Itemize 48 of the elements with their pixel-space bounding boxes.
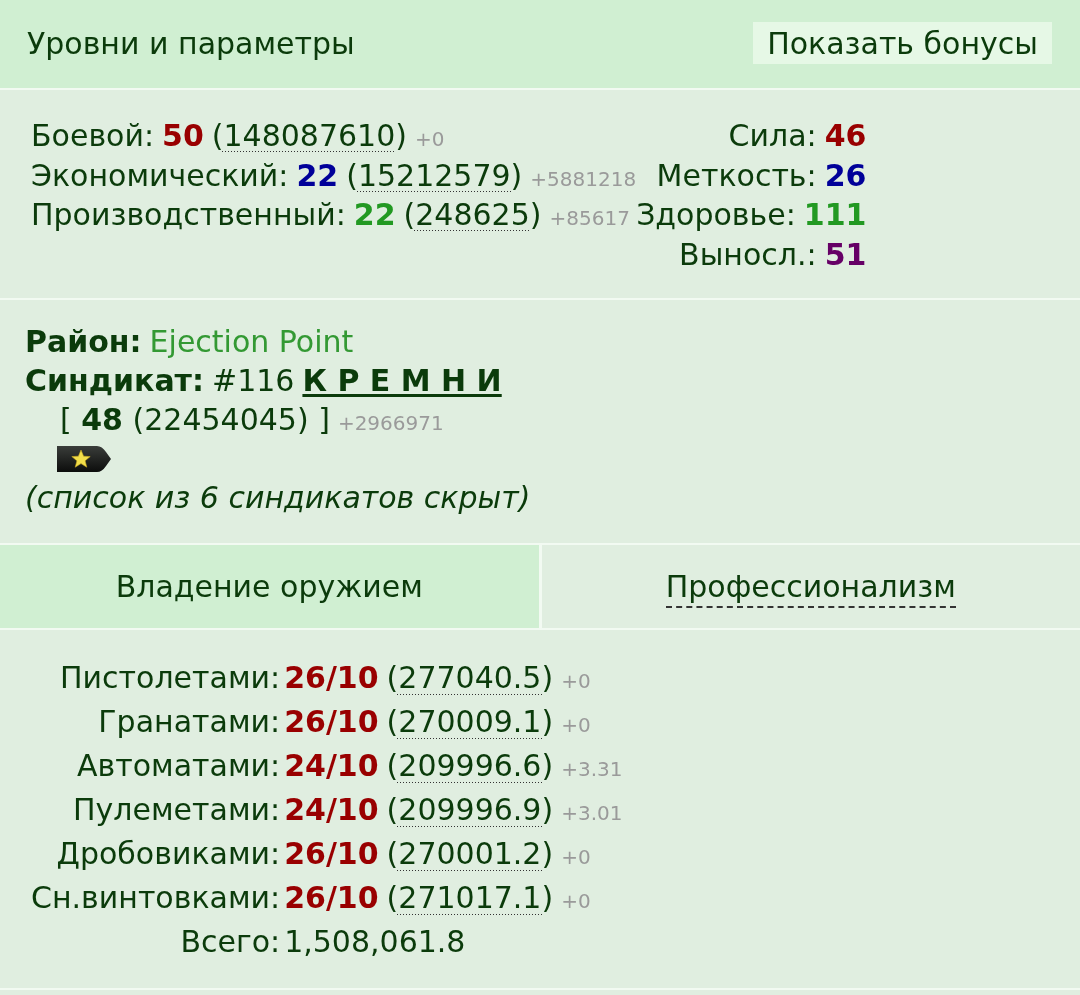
weapon-label: Сн.винтовками: [31, 879, 281, 917]
weapon-label: Пистолетами: [59, 659, 281, 697]
weapon-label: Дробовиками: [55, 835, 281, 873]
weapon-level: 24/10 [284, 791, 379, 829]
total-value: 1,508,061.8 [284, 923, 466, 961]
attribute-label: Здоровье: [636, 196, 796, 234]
level-label: Боевой: [31, 117, 155, 155]
syndicate-label: Синдикат: [25, 362, 204, 400]
experience-gain: +0 [561, 844, 591, 871]
syndicate-rank: [ 48 (22454045) ] [60, 401, 330, 439]
syndicate-gain: +2966971 [337, 410, 444, 437]
weapon-label: Гранатами: [97, 703, 281, 741]
weapon-level: 26/10 [284, 835, 379, 873]
show-bonuses-button[interactable]: Показать бонусы [753, 22, 1052, 64]
experience-gain: +0 [415, 126, 445, 153]
experience-gain: +3.31 [561, 756, 623, 783]
syndicate-number: #116 [212, 362, 295, 400]
attribute-value: 46 [824, 117, 867, 155]
level-value: 50 [162, 117, 204, 155]
star-badge-icon [57, 445, 111, 472]
district-label: Район: [25, 323, 142, 361]
weapon-level: 26/10 [284, 879, 379, 917]
experience-gain: +0 [561, 888, 591, 915]
attribute-label: Сила: [728, 117, 817, 155]
experience-gain: +0 [561, 668, 591, 695]
level-value: 22 [353, 196, 396, 234]
attribute-label: Выносл.: [679, 235, 817, 274]
weapon-level: 26/10 [284, 659, 379, 697]
experience-gain: +85617 [549, 205, 630, 232]
attribute-label: Меткость: [656, 156, 817, 195]
syndicate-link[interactable]: К Р Е М Н И [302, 361, 502, 400]
weapon-label: Пулеметами: [72, 791, 281, 829]
tab[interactable]: Владение оружием [0, 545, 539, 628]
total-label: Всего: [179, 923, 281, 961]
experience-gain: +3.01 [561, 800, 623, 827]
attribute-value: 26 [824, 156, 867, 195]
weapon-level: 24/10 [284, 747, 379, 785]
level-value: 22 [296, 156, 339, 195]
level-label: Экономический: [31, 156, 289, 195]
section-title: Уровни и параметры [27, 25, 355, 61]
weapon-label: Автоматами: [76, 747, 281, 785]
weapon-level: 26/10 [284, 703, 379, 741]
attribute-value: 51 [824, 235, 867, 274]
experience-gain: +5881218 [530, 165, 637, 193]
attribute-value: 111 [803, 196, 867, 234]
syndicates-hidden-note: (список из 6 синдикатов скрыт) [25, 479, 531, 517]
level-label: Производственный: [31, 196, 346, 234]
experience-gain: +0 [561, 712, 591, 739]
